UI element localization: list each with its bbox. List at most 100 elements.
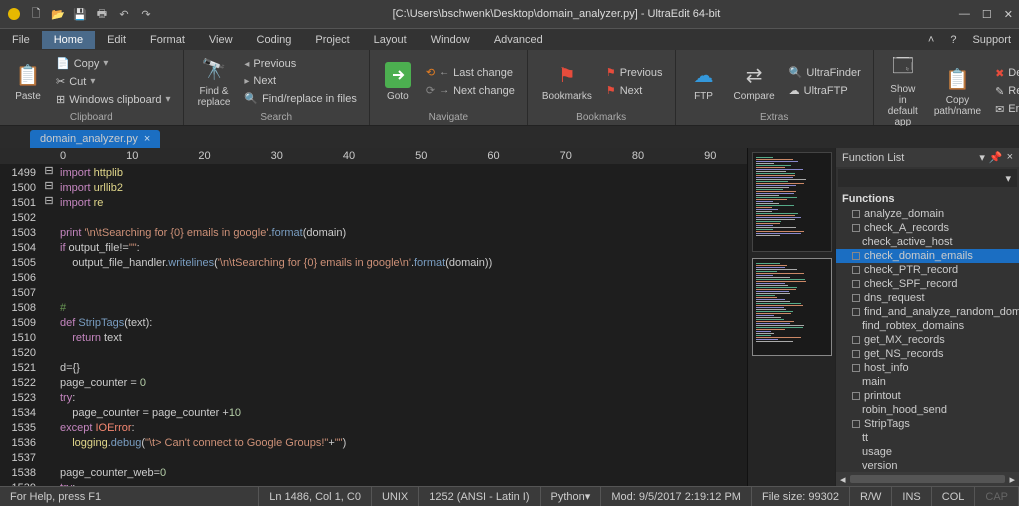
copy-path-button[interactable]: 📋Copy path/name bbox=[928, 63, 987, 119]
email-button[interactable]: ✉Email bbox=[991, 101, 1019, 118]
func-item[interactable]: StripTags bbox=[836, 417, 1019, 431]
menu-coding[interactable]: Coding bbox=[245, 31, 304, 49]
scroll-thumb[interactable] bbox=[850, 475, 1006, 483]
func-item[interactable]: version bbox=[836, 459, 1019, 472]
ribbon-active-file: 🗔Show in default app 📋Copy path/name ✖De… bbox=[874, 50, 1019, 125]
support-link[interactable]: Support bbox=[964, 34, 1019, 46]
delete-button[interactable]: ✖Delete bbox=[991, 65, 1019, 82]
ruler: 0102030405060708090100110 bbox=[0, 148, 747, 164]
func-item[interactable]: check_domain_emails bbox=[836, 249, 1019, 263]
save-icon[interactable]: 💾 bbox=[72, 6, 88, 22]
show-default-button[interactable]: 🗔Show in default app bbox=[882, 52, 924, 130]
paste-icon: 📋 bbox=[14, 61, 42, 89]
find-replace-button[interactable]: 🔭 Find & replace bbox=[192, 54, 237, 110]
scroll-right-icon[interactable]: ▸ bbox=[1009, 473, 1015, 486]
scroll-left-icon[interactable]: ◂ bbox=[840, 473, 846, 486]
help-icon[interactable]: ? bbox=[942, 34, 964, 46]
statusbar: For Help, press F1 Ln 1486, Col 1, C0 UN… bbox=[0, 486, 1019, 506]
code-area[interactable]: 1499150015011502150315041505150615071508… bbox=[0, 164, 747, 486]
status-eol[interactable]: UNIX bbox=[372, 487, 419, 506]
bm-prev-button[interactable]: ⚑ Previous bbox=[602, 64, 667, 81]
ultraftp-button[interactable]: ☁UltraFTP bbox=[785, 82, 865, 99]
status-pos[interactable]: Ln 1486, Col 1, C0 bbox=[259, 487, 372, 506]
status-enc[interactable]: 1252 (ANSI - Latin I) bbox=[419, 487, 540, 506]
func-item[interactable]: check_SPF_record bbox=[836, 277, 1019, 291]
menu-advanced[interactable]: Advanced bbox=[482, 31, 555, 49]
bookmarks-button[interactable]: ⚑ Bookmarks bbox=[536, 59, 598, 104]
redo-icon[interactable]: ↷ bbox=[138, 6, 154, 22]
app-window-icon: 🗔 bbox=[889, 54, 917, 82]
status-lang[interactable]: Python ▾ bbox=[541, 487, 602, 506]
flag-icon: ⚑ bbox=[553, 61, 581, 89]
ribbon-extras: ☁FTP ⇄Compare 🔍UltraFinder ☁UltraFTP Ext… bbox=[676, 50, 874, 125]
ribbon-navigate: Goto ⟲ ← Last change ⟳ → Next change Nav… bbox=[370, 50, 528, 125]
menu-format[interactable]: Format bbox=[138, 31, 197, 49]
open-icon[interactable]: 📂 bbox=[50, 6, 66, 22]
goto-button[interactable]: Goto bbox=[378, 59, 418, 104]
close-icon[interactable]: ✕ bbox=[1004, 8, 1013, 21]
func-item[interactable]: find_robtex_domains bbox=[836, 319, 1019, 333]
pin2-icon[interactable]: 📌 bbox=[989, 151, 1003, 164]
compare-button[interactable]: ⇄Compare bbox=[728, 59, 781, 104]
minimize-icon[interactable]: — bbox=[959, 8, 970, 21]
binoculars-icon: 🔭 bbox=[200, 56, 228, 84]
panel-header[interactable]: Function List ▾📌× bbox=[836, 148, 1019, 167]
menu-view[interactable]: View bbox=[197, 31, 245, 49]
close-panel-icon[interactable]: × bbox=[1007, 151, 1013, 164]
bm-next-button[interactable]: ⚑ Next bbox=[602, 82, 667, 99]
menu-window[interactable]: Window bbox=[419, 31, 482, 49]
status-ins[interactable]: INS bbox=[892, 487, 931, 506]
func-item[interactable]: check_PTR_record bbox=[836, 263, 1019, 277]
code-text[interactable]: import httplibimport urllib2import re pr… bbox=[56, 164, 747, 486]
func-item[interactable]: get_MX_records bbox=[836, 333, 1019, 347]
search-files-icon: 🔍 bbox=[244, 92, 258, 105]
func-item[interactable]: find_and_analyze_random_domain bbox=[836, 305, 1019, 319]
next-change-button[interactable]: ⟳ → Next change bbox=[422, 82, 519, 99]
ribbon-collapse-icon[interactable]: ˄ bbox=[920, 34, 942, 46]
func-item[interactable]: usage bbox=[836, 445, 1019, 459]
undo-icon[interactable]: ↶ bbox=[116, 6, 132, 22]
func-item[interactable]: host_info bbox=[836, 361, 1019, 375]
minimap[interactable] bbox=[747, 148, 835, 486]
h-scrollbar[interactable]: ◂▸ bbox=[836, 472, 1019, 486]
func-item[interactable]: robin_hood_send bbox=[836, 403, 1019, 417]
ultrafinder-button[interactable]: 🔍UltraFinder bbox=[785, 64, 865, 81]
func-item[interactable]: analyze_domain bbox=[836, 207, 1019, 221]
file-tab[interactable]: domain_analyzer.py × bbox=[30, 130, 160, 148]
paste-button[interactable]: 📋 Paste bbox=[8, 59, 48, 104]
func-item[interactable]: tt bbox=[836, 431, 1019, 445]
func-item[interactable]: dns_request bbox=[836, 291, 1019, 305]
print-icon[interactable]: 🖶 bbox=[94, 6, 110, 22]
menu-home[interactable]: Home bbox=[42, 31, 95, 49]
func-item[interactable]: main bbox=[836, 375, 1019, 389]
fold-gutter[interactable]: ⊟⊟⊟ bbox=[42, 164, 56, 486]
ftp-button[interactable]: ☁FTP bbox=[684, 59, 724, 104]
pin-icon[interactable]: ▾ bbox=[979, 151, 985, 164]
func-item[interactable]: check_active_host bbox=[836, 235, 1019, 249]
status-col[interactable]: COL bbox=[932, 487, 976, 506]
new-icon[interactable]: 🗋 bbox=[28, 6, 44, 22]
maximize-icon[interactable]: ☐ bbox=[982, 8, 992, 21]
status-cap[interactable]: CAP bbox=[975, 487, 1019, 506]
menu-file[interactable]: File bbox=[0, 31, 42, 49]
find-in-files-button[interactable]: 🔍Find/replace in files bbox=[240, 90, 360, 107]
tab-close-icon[interactable]: × bbox=[144, 133, 150, 145]
copy-button[interactable]: 📄Copy ▾ bbox=[52, 55, 175, 72]
menu-project[interactable]: Project bbox=[303, 31, 361, 49]
rename-button[interactable]: ✎Rename bbox=[991, 83, 1019, 100]
func-item[interactable]: check_A_records bbox=[836, 221, 1019, 235]
cut-button[interactable]: ✂Cut ▾ bbox=[52, 73, 175, 90]
editor: 0102030405060708090100110 14991500150115… bbox=[0, 148, 747, 486]
rename-icon: ✎ bbox=[995, 85, 1004, 98]
func-item[interactable]: printout bbox=[836, 389, 1019, 403]
winclip-button[interactable]: ⊞Windows clipboard ▾ bbox=[52, 91, 175, 108]
last-change-button[interactable]: ⟲ ← Last change bbox=[422, 64, 519, 81]
menu-edit[interactable]: Edit bbox=[95, 31, 138, 49]
filter-dropdown[interactable]: ▾ bbox=[838, 169, 1017, 187]
status-rw[interactable]: R/W bbox=[850, 487, 892, 506]
minimap-viewport[interactable] bbox=[752, 258, 832, 356]
find-prev-button[interactable]: ◂ Previous bbox=[240, 56, 360, 72]
find-next-button[interactable]: ▸ Next bbox=[240, 73, 360, 89]
func-item[interactable]: get_NS_records bbox=[836, 347, 1019, 361]
menu-layout[interactable]: Layout bbox=[362, 31, 419, 49]
